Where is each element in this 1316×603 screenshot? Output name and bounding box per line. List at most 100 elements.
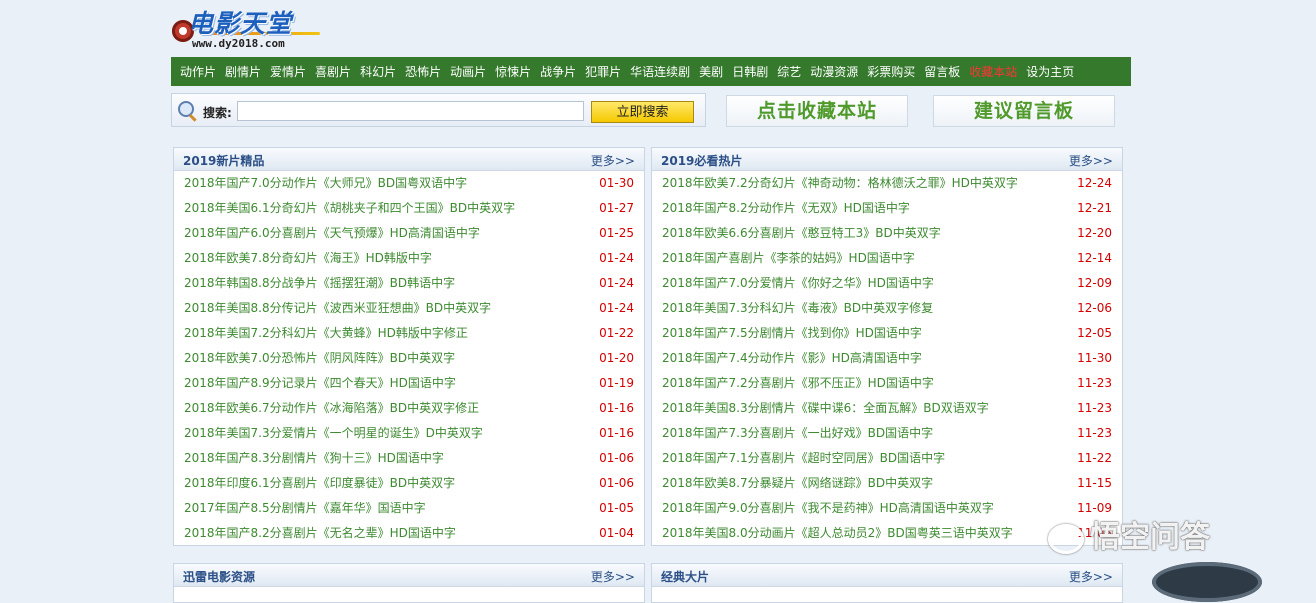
nav-item[interactable]: 彩票购买 <box>867 63 915 80</box>
logo-title: 电影天堂 <box>188 9 293 38</box>
date-label: 01-30 <box>599 176 634 190</box>
date-label: 01-05 <box>599 501 634 515</box>
nav-item[interactable]: 战争片 <box>540 63 576 80</box>
movie-link[interactable]: 2018年国产7.0分爱情片《你好之华》HD国语中字 <box>662 271 934 296</box>
movie-link[interactable]: 2018年欧美6.7分动作片《冰海陷落》BD中英双字修正 <box>184 396 479 421</box>
list-item: 2018年美国8.8分传记片《波西米亚狂想曲》BD中英双字 01-24 <box>174 296 644 321</box>
date-label: 12-05 <box>1077 326 1112 340</box>
nav-item[interactable]: 爱情片 <box>270 63 306 80</box>
list-item: 2018年国产8.3分剧情片《狗十三》HD国语中字 01-06 <box>174 446 644 471</box>
list-item: 2018年美国7.3分爱情片《一个明星的诞生》D中英双字 01-16 <box>174 421 644 446</box>
movie-link[interactable]: 2017年国产8.5分剧情片《嘉年华》国语中字 <box>184 496 426 521</box>
movie-link[interactable]: 2018年美国7.3分爱情片《一个明星的诞生》D中英双字 <box>184 421 483 446</box>
list-item: 2018年国产7.2分喜剧片《邪不压正》HD国语中字 11-23 <box>652 371 1122 396</box>
movie-link[interactable]: 2018年国产8.3分剧情片《狗十三》HD国语中字 <box>184 446 444 471</box>
movie-link[interactable]: 2018年印度6.1分喜剧片《印度暴徒》BD中英双字 <box>184 471 455 496</box>
site-logo[interactable]: 电影天堂 www.dy2018.com <box>170 2 335 52</box>
movie-link[interactable]: 2018年国产7.2分喜剧片《邪不压正》HD国语中字 <box>662 371 934 396</box>
movie-link[interactable]: 2018年国产6.0分喜剧片《天气预爆》HD高清国语中字 <box>184 221 480 246</box>
movie-link[interactable]: 2018年欧美7.0分恐怖片《阴风阵阵》BD中英双字 <box>184 346 455 371</box>
bookmark-button[interactable]: 点击收藏本站 <box>726 95 908 127</box>
date-label: 01-16 <box>599 401 634 415</box>
movie-link[interactable]: 2018年美国8.3分剧情片《碟中谍6：全面瓦解》BD双语双字 <box>662 396 989 421</box>
movie-link[interactable]: 2018年国产喜剧片《李茶的姑妈》HD国语中字 <box>662 246 915 271</box>
list-item: 2018年美国8.3分剧情片《碟中谍6：全面瓦解》BD双语双字 11-23 <box>652 396 1122 421</box>
panel-title: 2019必看热片 <box>661 154 743 168</box>
list-item: 2017年国产8.5分剧情片《嘉年华》国语中字 01-05 <box>174 496 644 521</box>
search-button[interactable]: 立即搜索 <box>591 101 694 123</box>
movie-link[interactable]: 2018年国产8.9分记录片《四个春天》HD国语中字 <box>184 371 456 396</box>
nav-item[interactable]: 留言板 <box>924 63 960 80</box>
movie-link[interactable]: 2018年国产7.4分动作片《影》HD高清国语中字 <box>662 346 922 371</box>
movie-link[interactable]: 2018年国产7.1分喜剧片《超时空同居》BD国语中字 <box>662 446 945 471</box>
list-item: 2018年国产7.4分动作片《影》HD高清国语中字 11-30 <box>652 346 1122 371</box>
movie-link[interactable]: 2018年美国8.0分动画片《超人总动员2》BD国粤英三语中英双字 <box>662 521 1013 546</box>
panel-new-releases: 2019新片精品 更多>> 2018年国产7.0分动作片《大师兄》BD国粤双语中… <box>173 147 645 546</box>
movie-link[interactable]: 2018年国产8.2分动作片《无双》HD国语中字 <box>662 196 910 221</box>
nav-item[interactable]: 动画片 <box>450 63 486 80</box>
movie-link[interactable]: 2018年美国7.3分科幻片《毒液》BD中英双字修复 <box>662 296 933 321</box>
list-item: 2018年美国6.1分奇幻片《胡桃夹子和四个王国》BD中英双字 01-27 <box>174 196 644 221</box>
nav-item[interactable]: 华语连续剧 <box>630 63 690 80</box>
movie-link[interactable]: 2018年美国6.1分奇幻片《胡桃夹子和四个王国》BD中英双字 <box>184 196 515 221</box>
list-item: 2018年欧美6.6分喜剧片《憨豆特工3》BD中英双字 12-20 <box>652 221 1122 246</box>
movie-link[interactable]: 2018年美国7.2分科幻片《大黄蜂》HD韩版中字修正 <box>184 321 468 346</box>
movie-link[interactable]: 2018年国产7.5分剧情片《找到你》HD国语中字 <box>662 321 922 346</box>
date-label: 12-09 <box>1077 276 1112 290</box>
date-label: 12-24 <box>1077 176 1112 190</box>
date-label: 11-23 <box>1077 426 1112 440</box>
more-link[interactable]: 更多>> <box>1069 152 1113 169</box>
panel-title: 经典大片 <box>661 570 710 584</box>
nav-item[interactable]: 收藏本站 <box>969 63 1017 80</box>
nav-item[interactable]: 设为主页 <box>1026 63 1074 80</box>
panel-thunder-resources: 迅雷电影资源 更多>> <box>173 563 645 603</box>
list-item: 2018年韩国8.8分战争片《摇摆狂潮》BD韩语中字 01-24 <box>174 271 644 296</box>
nav-item[interactable]: 喜剧片 <box>315 63 351 80</box>
date-label: 12-14 <box>1077 251 1112 265</box>
list-item: 2018年欧美7.0分恐怖片《阴风阵阵》BD中英双字 01-20 <box>174 346 644 371</box>
movie-link[interactable]: 2018年国产7.3分喜剧片《一出好戏》BD国语中字 <box>662 421 933 446</box>
date-label: 12-21 <box>1077 201 1112 215</box>
date-label: 12-20 <box>1077 226 1112 240</box>
more-link[interactable]: 更多>> <box>591 152 635 169</box>
movie-link[interactable]: 2018年欧美7.2分奇幻片《神奇动物：格林德沃之罪》HD中英双字 <box>662 171 1018 196</box>
search-bar: 搜索: 立即搜索 <box>171 93 706 127</box>
movie-link[interactable]: 2018年欧美7.8分奇幻片《海王》HD韩版中字 <box>184 246 432 271</box>
search-label: 搜索: <box>203 106 232 120</box>
nav-item[interactable]: 动作片 <box>180 63 216 80</box>
nav-item[interactable]: 美剧 <box>699 63 723 80</box>
nav-item[interactable]: 日韩剧 <box>732 63 768 80</box>
movie-link[interactable]: 2018年国产8.2分喜剧片《无名之辈》HD国语中字 <box>184 521 456 546</box>
search-input[interactable] <box>237 101 584 121</box>
panel-header: 2019必看热片 更多>> <box>652 148 1122 171</box>
nav-item[interactable]: 动漫资源 <box>810 63 858 80</box>
date-label: 11-23 <box>1077 376 1112 390</box>
list-item: 2018年国产喜剧片《李茶的姑妈》HD国语中字 12-14 <box>652 246 1122 271</box>
movie-list: 2018年国产7.0分动作片《大师兄》BD国粤双语中字 01-30 2018年美国6… <box>174 171 644 546</box>
list-item: 2018年国产8.9分记录片《四个春天》HD国语中字 01-19 <box>174 371 644 396</box>
more-link[interactable]: 更多>> <box>1069 568 1113 585</box>
nav-item[interactable]: 剧情片 <box>225 63 261 80</box>
list-item: 2018年国产8.2分动作片《无双》HD国语中字 12-21 <box>652 196 1122 221</box>
watermark: 悟空问答 <box>1048 512 1210 556</box>
nav-item[interactable]: 犯罪片 <box>585 63 621 80</box>
movie-link[interactable]: 2018年国产7.0分动作片《大师兄》BD国粤双语中字 <box>184 171 467 196</box>
date-label: 01-06 <box>599 476 634 490</box>
date-label: 01-06 <box>599 451 634 465</box>
more-link[interactable]: 更多>> <box>591 568 635 585</box>
movie-link[interactable]: 2018年韩国8.8分战争片《摇摆狂潮》BD韩语中字 <box>184 271 455 296</box>
nav-item[interactable]: 科幻片 <box>360 63 396 80</box>
list-item: 2018年国产6.0分喜剧片《天气预爆》HD高清国语中字 01-25 <box>174 221 644 246</box>
guestbook-button[interactable]: 建议留言板 <box>933 95 1115 127</box>
date-label: 12-06 <box>1077 301 1112 315</box>
movie-link[interactable]: 2018年欧美8.7分暴疑片《网络谜踪》BD中英双字 <box>662 471 933 496</box>
date-label: 01-22 <box>599 326 634 340</box>
nav-item[interactable]: 恐怖片 <box>405 63 441 80</box>
movie-link[interactable]: 2018年国产9.0分喜剧片《我不是药神》HD高清国语中英双字 <box>662 496 994 521</box>
movie-link[interactable]: 2018年美国8.8分传记片《波西米亚狂想曲》BD中英双字 <box>184 296 491 321</box>
nav-item[interactable]: 惊悚片 <box>495 63 531 80</box>
list-item: 2018年国产7.0分动作片《大师兄》BD国粤双语中字 01-30 <box>174 171 644 196</box>
movie-link[interactable]: 2018年欧美6.6分喜剧片《憨豆特工3》BD中英双字 <box>662 221 941 246</box>
floating-widget[interactable] <box>1152 562 1262 602</box>
nav-item[interactable]: 综艺 <box>777 63 801 80</box>
